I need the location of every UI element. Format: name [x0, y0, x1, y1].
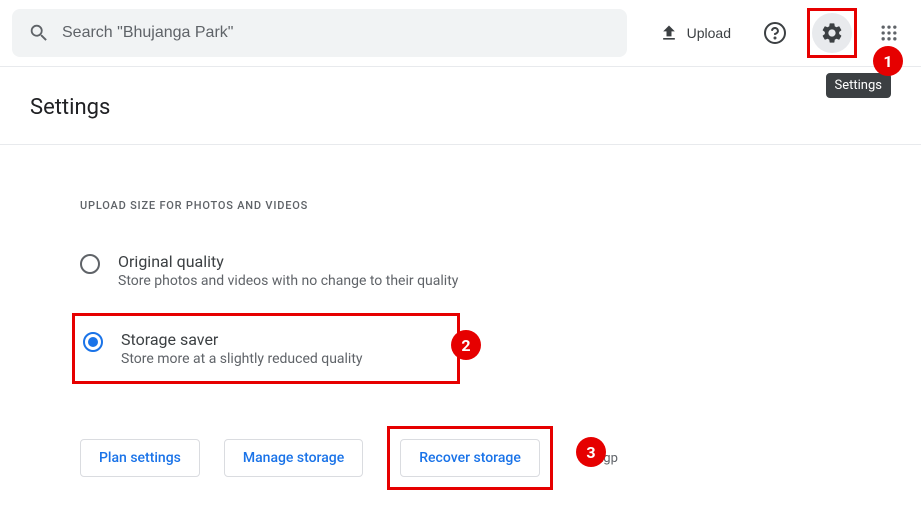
recover-highlight-box: Recover storage: [387, 426, 553, 490]
button-row: Plan settings Manage storage Recover sto…: [80, 426, 921, 490]
settings-content: UPLOAD SIZE FOR PHOTOS AND VIDEOS Origin…: [0, 145, 921, 490]
radio-selected[interactable]: [83, 332, 103, 352]
option-text: Storage saver Store more at a slightly r…: [121, 330, 363, 367]
header-bar: Upload: [0, 0, 921, 67]
recover-storage-button[interactable]: Recover storage: [400, 439, 540, 477]
option-title: Storage saver: [121, 330, 363, 349]
search-input[interactable]: [62, 24, 611, 42]
help-icon: [763, 21, 787, 45]
option-desc: Store more at a slightly reduced quality: [121, 351, 363, 367]
option-desc: Store photos and videos with no change t…: [118, 273, 458, 289]
settings-tooltip: Settings: [826, 73, 891, 98]
option-original-quality[interactable]: Original quality Store photos and videos…: [80, 244, 921, 297]
callout-badge-3: 3: [576, 437, 606, 467]
search-bar[interactable]: [12, 9, 627, 57]
section-label: UPLOAD SIZE FOR PHOTOS AND VIDEOS: [80, 199, 921, 212]
upload-button[interactable]: Upload: [647, 15, 743, 51]
callout-badge-2: 2: [451, 330, 481, 360]
settings-highlight-box: [807, 8, 857, 58]
upload-icon: [659, 23, 679, 43]
manage-storage-button[interactable]: Manage storage: [224, 439, 363, 477]
option-storage-saver[interactable]: Storage saver Store more at a slightly r…: [72, 313, 460, 384]
page-title: Settings: [0, 67, 921, 145]
header-actions: Upload: [647, 8, 909, 58]
option-title: Original quality: [118, 252, 458, 271]
settings-button[interactable]: [812, 13, 852, 53]
gear-icon: [820, 21, 844, 45]
plan-settings-button[interactable]: Plan settings: [80, 439, 200, 477]
radio-unselected[interactable]: [80, 254, 100, 274]
upload-size-options: Original quality Store photos and videos…: [80, 244, 921, 384]
upload-label: Upload: [687, 25, 731, 41]
search-icon: [28, 22, 50, 44]
option-text: Original quality Store photos and videos…: [118, 252, 458, 289]
apps-grid-icon: [879, 23, 899, 43]
help-button[interactable]: [755, 13, 795, 53]
callout-badge-1: 1: [873, 46, 903, 76]
